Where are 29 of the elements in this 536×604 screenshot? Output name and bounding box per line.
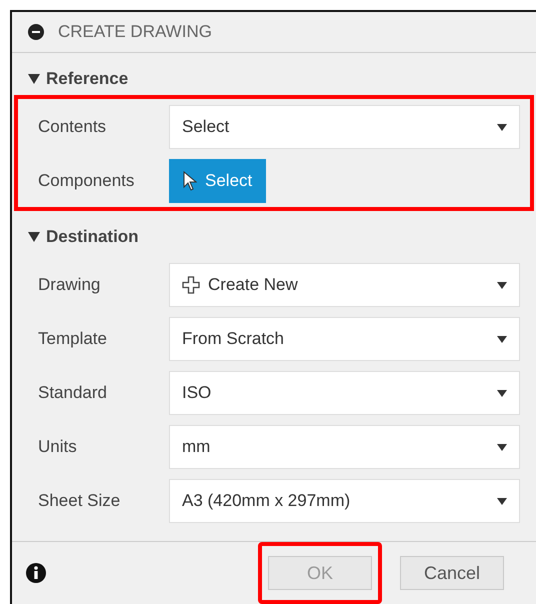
dropdown-caret-icon — [497, 124, 507, 130]
dropdown-caret-icon — [497, 444, 507, 450]
collapse-icon[interactable] — [28, 24, 44, 40]
dropdown-field[interactable]: Create New — [169, 263, 520, 307]
dialog-title: CREATE DRAWING — [58, 22, 212, 42]
field-label: Standard — [37, 383, 108, 403]
expand-triangle-icon[interactable] — [28, 232, 40, 242]
dropdown-field[interactable]: mm — [169, 425, 520, 469]
dialog-button[interactable]: Cancel — [400, 556, 504, 590]
dropdown-field[interactable]: Select — [169, 105, 520, 149]
field-label: Units — [37, 437, 78, 457]
dropdown-field[interactable]: From Scratch — [169, 317, 520, 361]
dropdown-caret-icon — [497, 498, 507, 504]
info-icon[interactable] — [26, 563, 46, 583]
field-label: Contents — [37, 117, 108, 137]
expand-triangle-icon[interactable] — [28, 74, 40, 84]
plus-icon — [182, 276, 200, 294]
dropdown-field[interactable]: A3 (420mm x 297mm) — [169, 479, 520, 523]
section-title: Reference — [46, 69, 128, 89]
field-label: Components — [37, 171, 136, 191]
field-label: Template — [37, 329, 108, 349]
field-label: Sheet Size — [37, 491, 122, 511]
section-title: Destination — [46, 227, 139, 247]
dropdown-caret-icon — [497, 282, 507, 288]
field-label: Drawing — [37, 275, 102, 295]
cursor-icon — [183, 171, 197, 191]
dropdown-caret-icon — [497, 390, 507, 396]
dropdown-field[interactable]: ISO — [169, 371, 520, 415]
dropdown-caret-icon — [497, 336, 507, 342]
